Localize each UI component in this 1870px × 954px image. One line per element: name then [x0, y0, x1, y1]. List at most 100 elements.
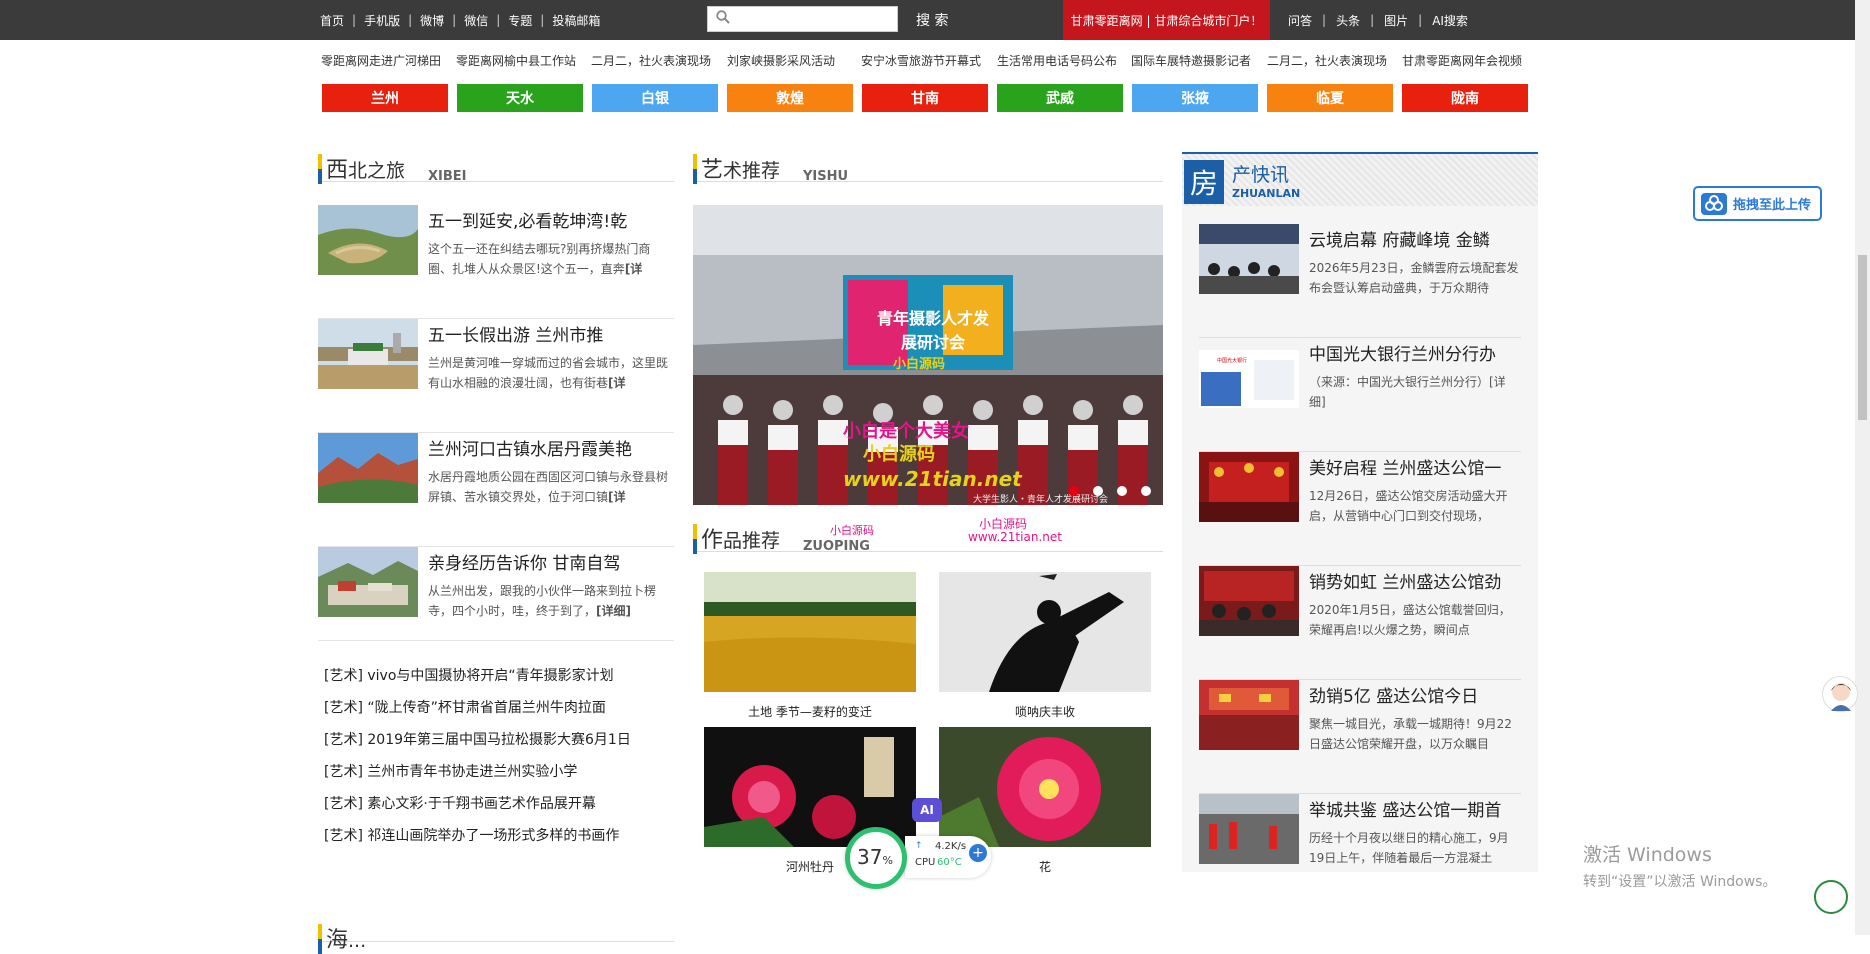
slide-banner-text: 青年摄影人才发展研讨会 — [876, 309, 989, 352]
article-title[interactable]: 销势如虹 兰州盛达公馆劲 — [1309, 568, 1521, 593]
search-input[interactable] — [740, 9, 890, 29]
work-image[interactable] — [939, 727, 1151, 847]
slide-dot[interactable] — [1117, 486, 1127, 496]
nav-submit-email[interactable]: 投稿邮箱 — [552, 12, 600, 29]
slide-dot[interactable] — [1069, 486, 1079, 496]
nav-ai-search[interactable]: AI搜索 — [1432, 12, 1468, 29]
article-thumbnail[interactable] — [318, 433, 418, 503]
city-button-linxia[interactable]: 临夏 — [1267, 84, 1393, 112]
quick-link[interactable]: 二月二，社火表演现场 — [591, 52, 711, 69]
article-item[interactable]: 五一长假出游 兰州市推 兰州是黄河唯一穿城而过的省会城市，这里既有山水相融的浪漫… — [318, 319, 674, 433]
slide-dot[interactable] — [1141, 486, 1151, 496]
article-title[interactable]: 劲销5亿 盛达公馆今日 — [1309, 682, 1521, 707]
quick-link[interactable]: 二月二，社火表演现场 — [1267, 52, 1387, 69]
nav-home[interactable]: 首页 — [320, 12, 344, 29]
article-title[interactable]: 美好启程 兰州盛达公馆一 — [1309, 454, 1521, 479]
article-thumbnail[interactable] — [318, 319, 418, 389]
city-button-longnan[interactable]: 陇南 — [1402, 84, 1528, 112]
list-item[interactable]: [艺术] 祁连山画院举办了一场形式多样的书画作 — [324, 824, 631, 856]
quick-link[interactable]: 国际车展特邀摄影记者 — [1131, 52, 1251, 69]
section-badge: 房 — [1184, 160, 1224, 204]
list-item[interactable]: [艺术] 2019年第三届中国马拉松摄影大赛6月1日 — [324, 728, 631, 760]
work-image[interactable] — [704, 572, 916, 692]
article-thumbnail[interactable]: 中国光大银行 — [1199, 338, 1299, 408]
nav-qa[interactable]: 问答 — [1288, 12, 1312, 29]
nav-wechat[interactable]: 微信 — [464, 12, 488, 29]
read-more-link[interactable]: [详 — [608, 490, 626, 504]
read-more-link[interactable]: [详 — [608, 376, 626, 390]
article-item[interactable]: 云境启幕 府藏峰境 金鳞 2026年5月23日，金鳞雲府云境配套发布会暨认筹启动… — [1199, 224, 1521, 338]
quick-link[interactable]: 甘肃零距离网年会视频 — [1402, 52, 1522, 69]
article-item[interactable]: 销势如虹 兰州盛达公馆劲 2020年1月5日，盛达公馆载誉回归，荣耀再启!以火爆… — [1199, 566, 1521, 680]
nav-images[interactable]: 图片 — [1384, 12, 1408, 29]
article-item[interactable]: 举城共鉴 盛达公馆一期首 历经十个月夜以继日的精心施工，9月19日上午，伴随着最… — [1199, 794, 1521, 908]
quick-link[interactable]: 刘家峡摄影采风活动 — [727, 52, 835, 69]
plus-icon[interactable]: + — [969, 844, 987, 862]
site-banner-link[interactable]: 甘肃零距离网 | 甘肃综合城市门户！ — [1063, 0, 1270, 40]
vertical-scrollbar[interactable] — [1855, 0, 1870, 935]
scrollbar-thumb[interactable] — [1858, 255, 1867, 420]
quick-link[interactable]: 生活常用电话号码公布 — [997, 52, 1117, 69]
article-title[interactable]: 五一到延安,必看乾坤湾!乾 — [428, 207, 674, 232]
search-button[interactable]: 搜 索 — [916, 10, 948, 30]
quick-link[interactable]: 零距离网走进广河梯田 — [321, 52, 441, 69]
article-thumbnail[interactable] — [1199, 794, 1299, 864]
divider — [318, 640, 674, 641]
article-item[interactable]: 兰州河口古镇水居丹霞美艳 水居丹霞地质公园在西固区河口镇与永登县树屏镇、苦水镇交… — [318, 433, 674, 547]
slide-dot[interactable] — [1093, 486, 1103, 496]
article-item[interactable]: 中国光大银行 中国光大银行兰州分行办 （来源：中国光大银行兰州分行）[详细] — [1199, 338, 1521, 452]
article-desc: 水居丹霞地质公园在西固区河口镇与永登县树屏镇、苦水镇交界处，位于河口镇[详 — [428, 470, 669, 504]
article-title[interactable]: 亲身经历告诉你 甘南自驾 — [428, 549, 674, 574]
article-title[interactable]: 五一长假出游 兰州市推 — [428, 321, 674, 346]
article-thumbnail[interactable] — [1199, 680, 1299, 750]
art-slideshow[interactable]: 青年摄影人才发展研讨会 小白源码 小白是个大美女 小白源码 www.21tian… — [693, 205, 1163, 505]
search-box[interactable] — [707, 6, 898, 32]
city-button-dunhuang[interactable]: 敦煌 — [727, 84, 853, 112]
city-button-baiyin[interactable]: 白银 — [592, 84, 718, 112]
article-thumbnail[interactable] — [318, 205, 418, 275]
list-item[interactable]: [艺术] vivo与中国摄协将开启“青年摄影家计划 — [324, 664, 631, 696]
upload-arrow-icon: ↑ — [915, 841, 923, 851]
nav-headlines[interactable]: 头条 — [1336, 12, 1360, 29]
quick-link[interactable]: 安宁冰雪旅游节开幕式 — [861, 52, 981, 69]
article-thumbnail[interactable] — [1199, 566, 1299, 636]
article-title[interactable]: 举城共鉴 盛达公馆一期首 — [1309, 796, 1521, 821]
article-title[interactable]: 兰州河口古镇水居丹霞美艳 — [428, 435, 674, 460]
section-header-xibei: 西北之旅 XIBEI — [318, 152, 674, 184]
article-item[interactable]: 美好启程 兰州盛达公馆一 12月26日，盛达公馆交房活动盛大开启，从营销中心门口… — [1199, 452, 1521, 566]
floating-circle-button[interactable] — [1814, 880, 1848, 914]
nav-topics[interactable]: 专题 — [508, 12, 532, 29]
work-item[interactable]: 土地 季节—麦籽的变迁 — [704, 572, 916, 720]
work-image[interactable] — [939, 572, 1151, 692]
nav-weibo[interactable]: 微博 — [420, 12, 444, 29]
city-button-zhangye[interactable]: 张掖 — [1132, 84, 1258, 112]
read-more-link[interactable]: [详细] — [596, 604, 631, 618]
city-button-tianshui[interactable]: 天水 — [457, 84, 583, 112]
article-title[interactable]: 中国光大银行兰州分行办 — [1309, 340, 1521, 365]
work-caption[interactable]: 唢呐庆丰收 — [939, 703, 1151, 720]
read-more-link[interactable]: [详 — [625, 262, 643, 276]
nav-mobile[interactable]: 手机版 — [364, 12, 400, 29]
work-item[interactable]: 唢呐庆丰收 — [939, 572, 1151, 720]
article-item[interactable]: 亲身经历告诉你 甘南自驾 从兰州出发，跟我的小伙伴一路来到拉卜楞寺，四个小时，哇… — [318, 547, 674, 661]
article-item[interactable]: 五一到延安,必看乾坤湾!乾 这个五一还在纠结去哪玩?别再挤爆热门商圈、扎堆人从众… — [318, 205, 674, 319]
list-item[interactable]: [艺术] 兰州市青年书协走进兰州实验小学 — [324, 760, 631, 792]
drag-upload-button[interactable]: 拖拽至此上传 — [1693, 186, 1822, 221]
ai-badge[interactable]: AI — [912, 798, 942, 822]
city-button-gannan[interactable]: 甘南 — [862, 84, 988, 112]
nav-separator: | — [408, 13, 413, 27]
article-title[interactable]: 云境启幕 府藏峰境 金鳞 — [1309, 226, 1521, 251]
article-thumbnail[interactable] — [1199, 224, 1299, 294]
work-caption[interactable]: 土地 季节—麦籽的变迁 — [704, 703, 916, 720]
system-monitor-widget[interactable]: 37% ↑ 4.2K/s CPU 60°C + — [845, 827, 993, 889]
city-button-wuwei[interactable]: 武威 — [997, 84, 1123, 112]
article-thumbnail[interactable] — [1199, 452, 1299, 522]
list-item[interactable]: [艺术] “陇上传奇”杯甘肃省首届兰州牛肉拉面 — [324, 696, 631, 728]
article-desc: 2020年1月5日，盛达公馆载誉回归，荣耀再启!以火爆之势，瞬间点 — [1309, 603, 1511, 637]
article-item[interactable]: 劲销5亿 盛达公馆今日 聚焦一城目光，承载一城期待！9月22日盛达公馆荣耀开盘，… — [1199, 680, 1521, 794]
article-thumbnail[interactable] — [318, 547, 418, 617]
assistant-avatar[interactable] — [1822, 676, 1858, 712]
quick-link[interactable]: 零距离网榆中县工作站 — [456, 52, 576, 69]
list-item[interactable]: [艺术] 素心文彩·于千翔书画艺术作品展开幕 — [324, 792, 631, 824]
city-button-lanzhou[interactable]: 兰州 — [322, 84, 448, 112]
